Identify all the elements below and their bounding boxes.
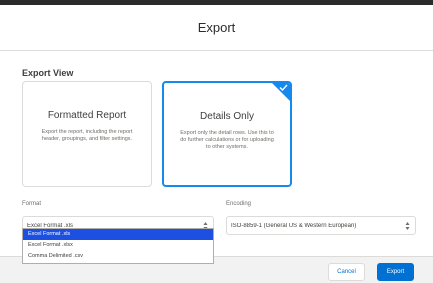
select-arrows-icon	[405, 222, 410, 230]
details-only-description: Export only the detail rows. Use this to…	[180, 130, 274, 150]
format-option-xls[interactable]: Excel Format .xls	[23, 229, 213, 240]
export-view-label: Export View	[22, 68, 74, 78]
format-option-xlsx[interactable]: Excel Format .xlsx	[23, 240, 213, 251]
encoding-select-value: ISO-8859-1 (General US & Western Europea…	[231, 222, 357, 229]
details-only-title: Details Only	[200, 111, 254, 122]
encoding-label: Encoding	[226, 201, 252, 207]
format-dropdown-list: Excel Format .xls Excel Format .xlsx Com…	[22, 228, 214, 264]
formatted-report-title: Formatted Report	[47, 110, 127, 121]
details-only-card[interactable]: Details Only Export only the detail rows…	[162, 81, 292, 187]
encoding-select[interactable]: ISO-8859-1 (General US & Western Europea…	[226, 216, 416, 235]
export-button[interactable]: Export	[377, 263, 414, 281]
modal-title: Export	[197, 20, 236, 35]
format-label: Format	[22, 201, 42, 207]
formatted-report-description: Export the report, including the report …	[41, 129, 133, 142]
format-option-csv[interactable]: Comma Delimited .csv	[23, 251, 213, 262]
modal-header: Export	[0, 5, 433, 51]
formatted-report-card[interactable]: Formatted Report Export the report, incl…	[22, 81, 152, 187]
cancel-button[interactable]: Cancel	[328, 263, 365, 281]
checkmark-icon	[279, 84, 288, 91]
